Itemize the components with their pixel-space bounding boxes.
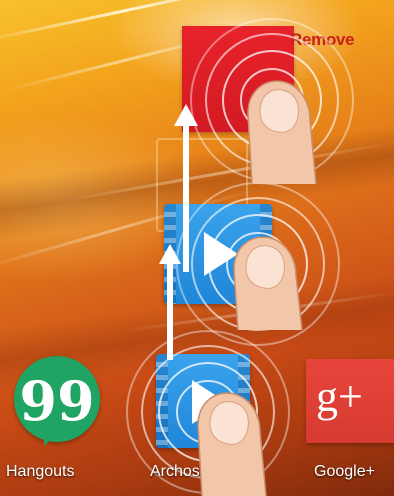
finger-touch-icon	[247, 80, 317, 184]
drag-up-arrow	[159, 244, 181, 360]
home-screen: Remove 99 g+ Hangouts Archos Google+	[0, 0, 394, 496]
google-plus-icon[interactable]: g+	[306, 359, 394, 443]
hangouts-quote-glyph: 99	[19, 369, 95, 433]
finger-touch-icon	[233, 236, 303, 330]
archos-label: Archos	[150, 463, 200, 480]
google-plus-label: Google+	[314, 463, 375, 480]
hangouts-label: Hangouts	[6, 463, 75, 480]
remove-label: Remove	[290, 30, 355, 49]
finger-touch-icon	[197, 392, 267, 496]
hangouts-bubble-tail	[44, 428, 62, 446]
google-plus-glyph: g+	[316, 372, 363, 421]
film-strip-left	[156, 354, 168, 448]
remove-drop-target[interactable]: Remove	[290, 26, 394, 56]
